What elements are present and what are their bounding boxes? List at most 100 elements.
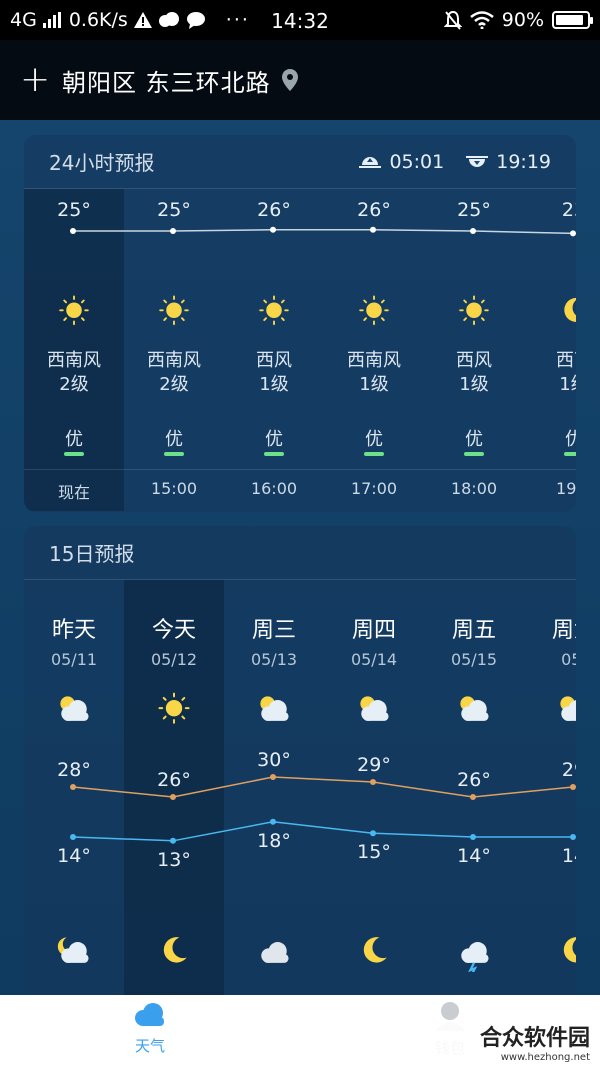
wind-direction: 西南风 <box>147 350 201 371</box>
aqi-indicator <box>464 452 484 456</box>
app-header: + 朝阳区 东三环北路 <box>0 40 600 120</box>
hourly-aqi: 优 <box>165 429 183 450</box>
location-title[interactable]: 朝阳区 东三环北路 <box>62 63 271 98</box>
aqi-indicator <box>64 452 84 456</box>
day-high-temp: 26° <box>157 769 191 791</box>
day-date: 05/15 <box>450 650 498 669</box>
partly-cloudy-icon <box>352 690 396 730</box>
wind-direction: 西南风 <box>347 350 401 371</box>
day-date: 05/13 <box>250 650 298 669</box>
moon-icon <box>555 293 576 331</box>
sunrise-icon <box>359 156 382 168</box>
day-low-temp: 13° <box>157 848 191 871</box>
wifi-icon <box>469 11 494 29</box>
network-speed: 0.6K/s <box>68 9 128 31</box>
hourly-forecast-row[interactable]: 23西南1级优19:025°西风1级优18:0026°西南风1级优17:0026… <box>24 189 576 511</box>
hourly-wind: 西南 1级 <box>524 349 576 397</box>
day-name: 周三 <box>251 618 296 643</box>
wind-level: 1级 <box>359 374 389 395</box>
hourly-forecast-title: 24小时预报 <box>49 151 155 175</box>
hourly-time: 19:0 <box>556 479 576 498</box>
day-date: 05/ <box>561 650 576 669</box>
daily-forecast-title: 15日预报 <box>49 542 135 566</box>
daily-item: 周五 05/15 26° 14° <box>424 580 524 996</box>
watermark-url: www.hezhong.net <box>500 1052 590 1063</box>
daily-item: 昨天 05/11 28° 14° <box>24 580 124 996</box>
message-icon <box>186 12 205 29</box>
hourly-aqi: 优 <box>565 429 576 450</box>
day-name: 昨天 <box>51 618 96 643</box>
aqi-indicator <box>364 452 384 456</box>
daily-item: 周三 05/13 30° 18° <box>224 580 324 996</box>
hourly-time: 18:00 <box>450 479 498 498</box>
hourly-divider <box>24 469 576 470</box>
hourly-wind: 西南风 1级 <box>324 349 424 397</box>
day-name: 周四 <box>351 618 396 643</box>
hourly-temp: 25° <box>57 199 91 221</box>
add-city-button[interactable]: + <box>20 62 50 98</box>
hourly-item: 26° 西南风 1级优 17:00 <box>324 189 424 511</box>
day-name: 今天 <box>151 618 196 643</box>
nav-weather-label: 天气 <box>134 1037 165 1055</box>
daily-item: 周四 05/14 29° 15° <box>324 580 424 996</box>
hourly-temp: 26° <box>257 199 291 221</box>
hourly-forecast-card: 24小时预报 05:01 19:19 23 西南 1级优 19:0 25° 西风 1级优 18… <box>24 135 576 512</box>
day-high-temp: 28° <box>57 759 91 781</box>
daily-item: 今天 05/12 26° 13° <box>124 580 224 996</box>
sun-icon <box>355 293 393 331</box>
hourly-temp: 23 <box>561 199 576 221</box>
status-left: 4G 0.6K/s ··· <box>10 9 250 31</box>
hourly-forecast-header: 24小时预报 05:01 19:19 <box>24 135 576 189</box>
aqi-indicator <box>164 452 184 456</box>
more-notifications-icon: ··· <box>225 9 250 31</box>
wind-level: 1级 <box>559 374 576 395</box>
day-low-temp: 14° <box>57 845 91 867</box>
battery-icon <box>552 11 593 29</box>
aqi-indicator <box>264 452 284 456</box>
sun-icon <box>255 293 293 331</box>
daily-forecast-card: 15日预报 周六 05/29 14 周五 05/15 26° 14° 周四 05/14 29° 15… <box>24 526 576 996</box>
day-date: 05/12 <box>150 650 198 669</box>
day-low-temp: 15° <box>357 841 391 864</box>
location-pin-icon <box>281 69 298 91</box>
sun-times: 05:01 19:19 <box>359 151 551 173</box>
nav-tab-weather[interactable]: 天气 <box>120 1003 180 1056</box>
mute-bell-icon <box>443 10 462 30</box>
hourly-time: 16:00 <box>250 479 298 498</box>
moon-icon <box>552 932 576 972</box>
day-high-temp: 29 <box>561 759 576 781</box>
hourly-aqi: 优 <box>65 429 83 450</box>
hourly-wind: 西风 1级 <box>424 349 524 397</box>
wind-level: 2级 <box>59 374 89 395</box>
partly-cloudy-icon <box>552 690 576 730</box>
partly-cloudy-icon <box>252 690 296 730</box>
wind-direction: 西风 <box>456 350 492 371</box>
signal-icon <box>42 12 61 28</box>
wind-level: 1级 <box>259 374 289 395</box>
wind-level: 2级 <box>159 374 189 395</box>
partly-cloudy-icon <box>452 690 496 730</box>
cloud-tab-icon <box>135 1003 164 1026</box>
battery-percent: 90% <box>501 9 544 31</box>
daily-forecast-row[interactable]: 周六 05/29 14 周五 05/15 26° 14° 周四 05/14 29° 15° 周三 05/… <box>24 580 576 996</box>
thunder-cloud-icon <box>452 932 496 975</box>
wind-direction: 西风 <box>256 350 292 371</box>
network-type: 4G <box>10 9 37 31</box>
partly-cloudy-icon <box>52 690 96 730</box>
hourly-temp: 25° <box>157 199 191 221</box>
hourly-item: 25° 西南风 2级优 15:00 <box>124 189 224 511</box>
hourly-temp: 26° <box>357 199 391 221</box>
cloud-icon <box>252 932 296 972</box>
hourly-item: 25° 西南风 2级优现在 <box>24 189 124 511</box>
warning-icon <box>133 12 152 28</box>
day-name: 周六 <box>551 618 576 643</box>
day-high-temp: 26° <box>457 769 491 791</box>
day-date: 05/11 <box>50 650 98 669</box>
sun-icon <box>155 293 193 331</box>
weather-cloud-icon <box>158 12 179 27</box>
status-bar: 4G 0.6K/s ··· 14:32 90% <box>0 0 600 40</box>
hourly-wind: 西南风 2级 <box>24 349 124 397</box>
watermark-brand: 合众软件园 <box>479 1026 590 1051</box>
moon-icon <box>152 932 196 972</box>
hourly-aqi: 优 <box>365 429 383 450</box>
